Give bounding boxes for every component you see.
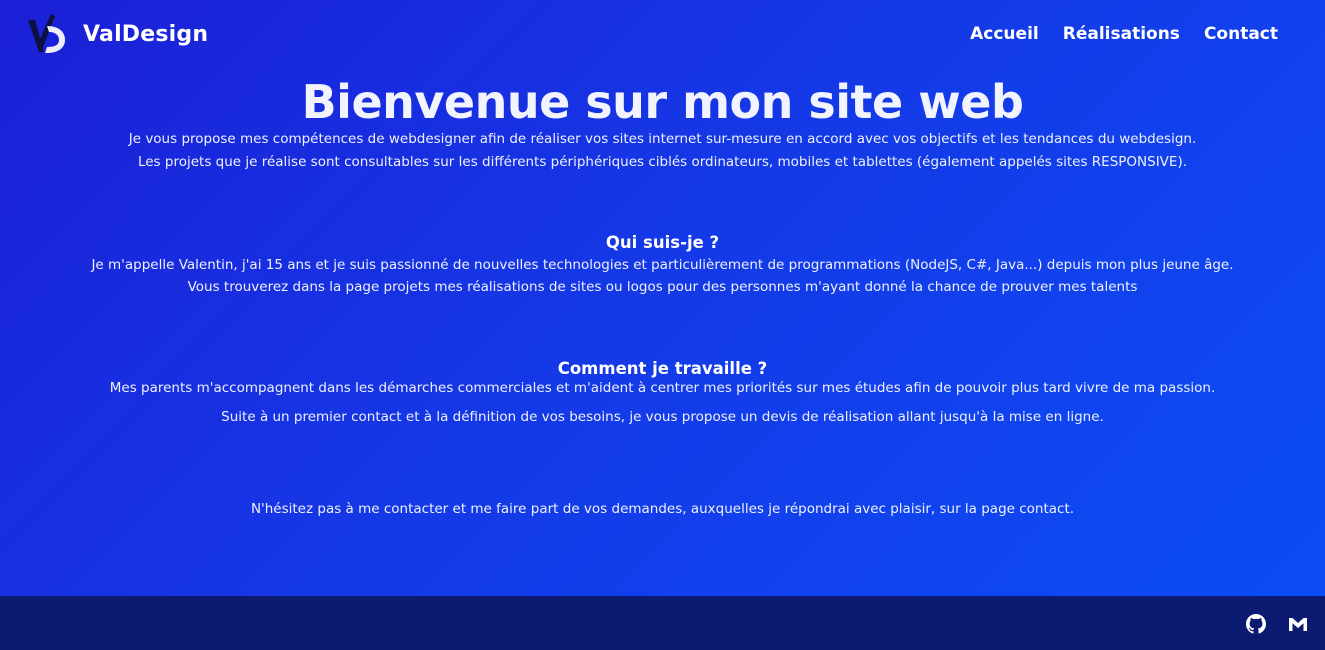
nav-item-contact[interactable]: Contact	[1204, 24, 1278, 44]
github-icon	[1246, 614, 1266, 634]
about-paragraph-line: Vous trouverez dans la page projets mes …	[187, 279, 1138, 295]
valdesign-logo-icon	[28, 14, 65, 53]
work-paragraph-line: Suite à un premier contact et à la défin…	[221, 409, 1104, 425]
about-paragraph-line: Je m'appelle Valentin, j'ai 15 ans et je…	[91, 257, 1234, 273]
brand-name: ValDesign	[83, 21, 209, 47]
github-link[interactable]	[1246, 614, 1266, 634]
brand-home-link[interactable]: ValDesign	[24, 12, 208, 56]
intro-paragraph-line: Les projets que je réalise sont consulta…	[137, 154, 1188, 170]
main-nav: Accueil Réalisations Contact	[970, 24, 1278, 44]
nav-item-accueil[interactable]: Accueil	[970, 24, 1039, 44]
site-header: ValDesign Accueil Réalisations Contact	[0, 0, 1325, 76]
work-heading: Comment je travaille ?	[557, 359, 768, 378]
gmail-link[interactable]	[1288, 614, 1308, 634]
page-title: Bienvenue sur mon site web	[301, 75, 1024, 129]
intro-paragraph-line: Je vous propose mes compétences de webde…	[128, 131, 1197, 147]
contact-note: N'hésitez pas à me contacter et me faire…	[250, 501, 1075, 517]
about-heading: Qui suis-je ?	[605, 233, 720, 252]
nav-item-realisations[interactable]: Réalisations	[1063, 24, 1180, 44]
page: ValDesign Accueil Réalisations Contact B…	[0, 0, 1325, 650]
site-footer	[0, 596, 1325, 650]
work-paragraph-line: Mes parents m'accompagnent dans les déma…	[109, 380, 1216, 396]
gmail-icon	[1289, 618, 1307, 631]
